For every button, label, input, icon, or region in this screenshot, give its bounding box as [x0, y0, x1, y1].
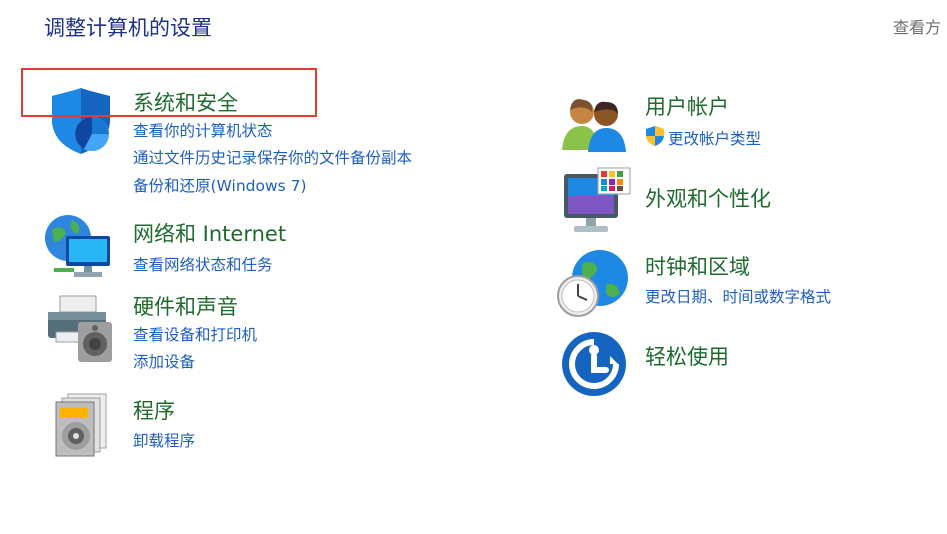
change-account-type-link[interactable]: 更改帐户类型 — [668, 127, 761, 149]
clock-globe-icon[interactable] — [556, 248, 632, 320]
add-device-link[interactable]: 添加设备 — [133, 350, 195, 372]
backup-restore-link[interactable]: 备份和还原(Windows 7) — [133, 174, 307, 196]
user-accounts-title[interactable]: 用户帐户 — [645, 91, 729, 121]
ease-of-access-icon[interactable] — [560, 330, 628, 398]
uninstall-program-link[interactable]: 卸载程序 — [133, 429, 195, 451]
programs-disc-icon[interactable] — [54, 392, 110, 458]
ease-of-access-title[interactable]: 轻松使用 — [645, 341, 729, 371]
devices-printers-link[interactable]: 查看设备和打印机 — [133, 323, 257, 345]
change-date-time-format-link[interactable]: 更改日期、时间或数字格式 — [645, 285, 831, 307]
users-icon[interactable] — [562, 96, 630, 152]
network-status-link[interactable]: 查看网络状态和任务 — [133, 253, 273, 275]
monitor-palette-icon[interactable] — [562, 166, 632, 238]
page-title: 调整计算机的设置 — [44, 16, 212, 40]
uac-shield-icon — [645, 125, 665, 151]
file-history-backup-link[interactable]: 通过文件历史记录保存你的文件备份副本 — [133, 146, 412, 168]
network-internet-title[interactable]: 网络和 Internet — [133, 218, 286, 248]
network-globe-icon[interactable] — [44, 212, 116, 282]
appearance-title[interactable]: 外观和个性化 — [645, 183, 771, 213]
view-computer-status-link[interactable]: 查看你的计算机状态 — [133, 119, 273, 141]
selection-highlight — [21, 68, 317, 117]
view-by-label[interactable]: 查看方 — [893, 14, 941, 38]
clock-region-title[interactable]: 时钟和区域 — [645, 251, 750, 281]
programs-title[interactable]: 程序 — [133, 395, 175, 425]
printer-speaker-icon[interactable] — [46, 292, 116, 364]
hardware-sound-title[interactable]: 硬件和声音 — [133, 291, 238, 321]
